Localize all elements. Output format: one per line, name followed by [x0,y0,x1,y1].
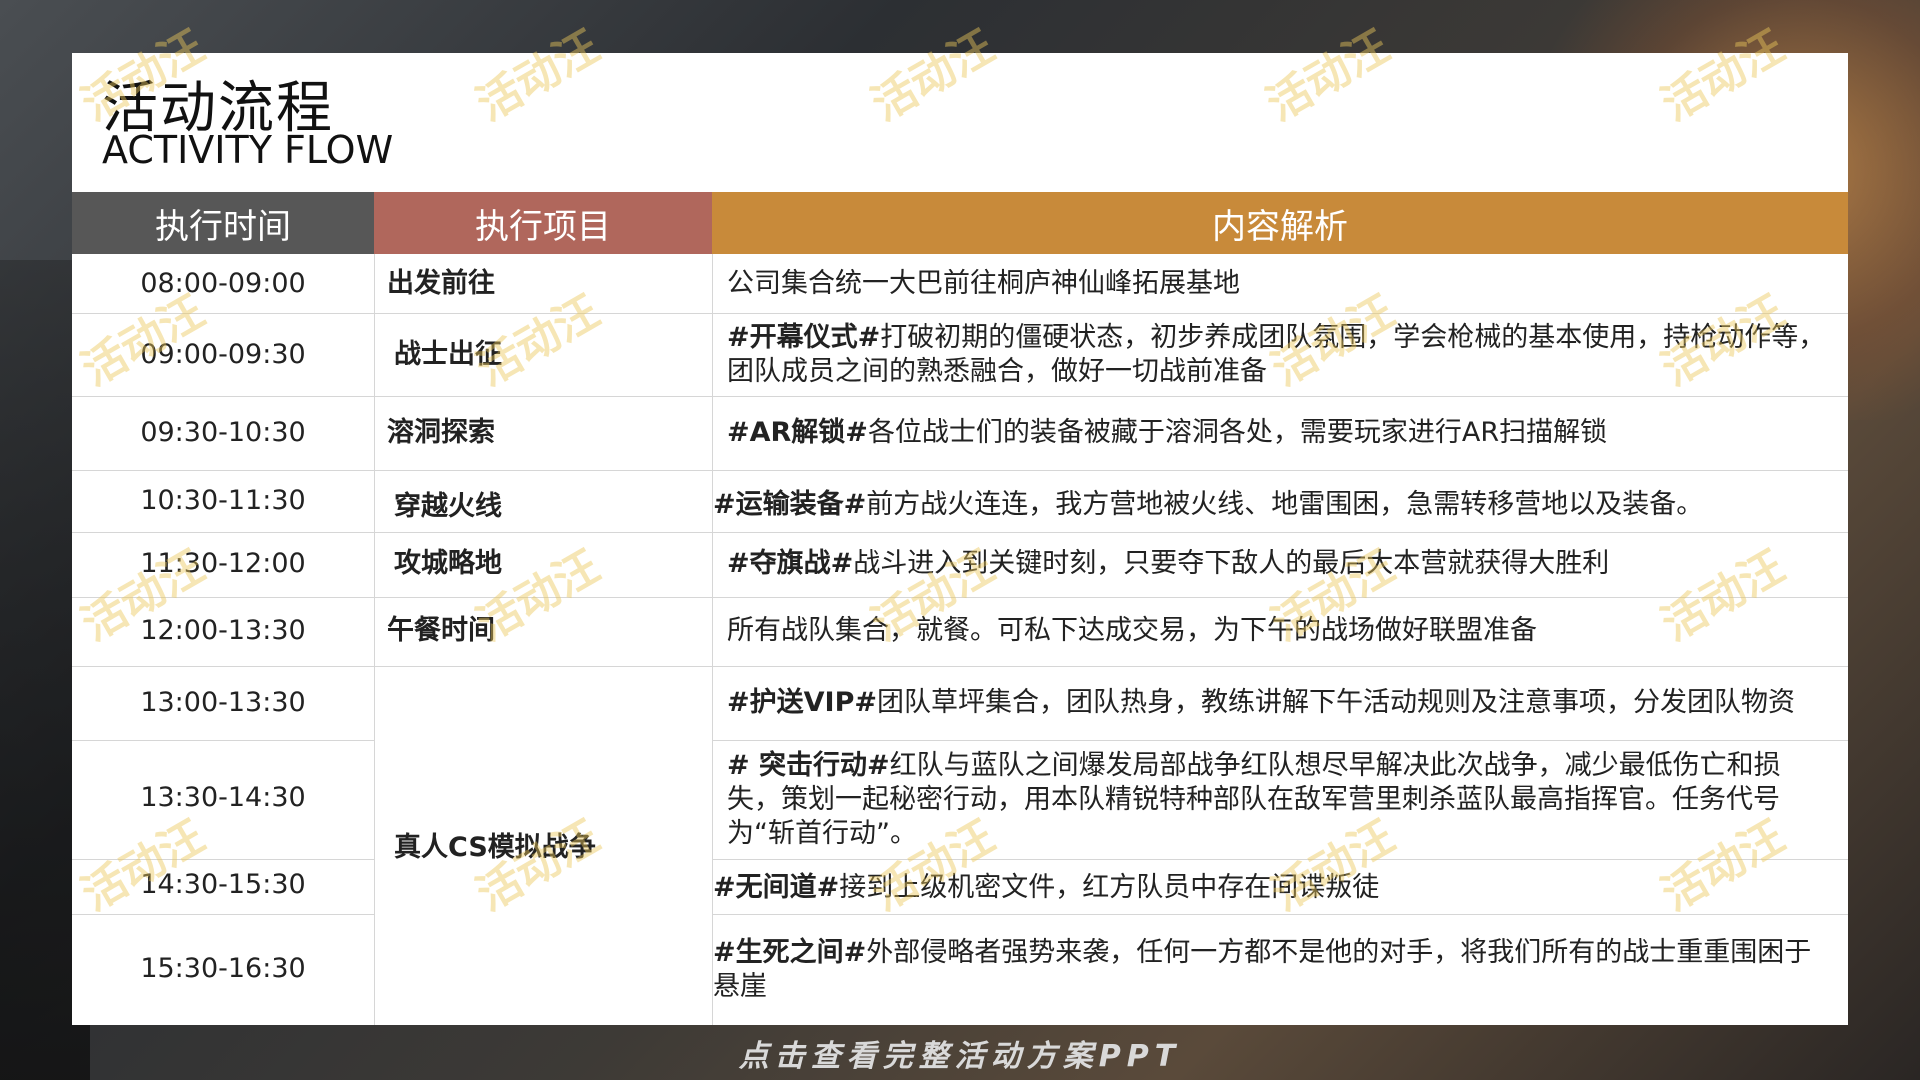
row-divider [72,914,374,915]
table-row-item: 战士出征 [394,339,502,370]
view-full-plan-link[interactable]: 点击查看完整活动方案PPT [0,1025,1920,1080]
table-row-item: 溶洞探索 [387,417,495,448]
column-divider [712,254,713,1025]
row-divider [72,666,1848,667]
table-row-desc: 所有战队集合，就餐。可私下达成交易，为下午的战场做好联盟准备 [727,615,1537,646]
table-row-time: 13:30-14:30 [140,782,306,813]
table-row-item: 午餐时间 [387,615,495,646]
table-row-time: 13:00-13:30 [140,687,306,718]
table-row-time: 09:30-10:30 [140,417,306,448]
table-row-time: 08:00-09:00 [140,268,306,299]
table-row-time: 09:00-09:30 [140,339,306,370]
header-time: 执行时间 [72,192,374,254]
row-divider [712,740,1848,741]
table-row-desc: #运输装备#前方战火连连，我方营地被火线、地雷围困，急需转移营地以及装备。 [713,489,1704,520]
header-item: 执行项目 [374,192,712,254]
row-divider [72,313,1848,314]
table-row-item: 出发前往 [387,268,495,299]
row-divider [72,470,1848,471]
table-row-time: 14:30-15:30 [140,869,306,900]
table-row-desc: #夺旗战#战斗进入到关键时刻，只要夺下敌人的最后大本营就获得大胜利 [727,548,1610,579]
table-row-desc: #护送VIP#团队草坪集合，团队热身，教练讲解下午活动规则及注意事项，分发团队物… [727,687,1795,718]
table-row-time: 10:30-11:30 [140,485,306,516]
row-divider [72,859,374,860]
table-row-desc: 公司集合统一大巴前往桐庐神仙峰拓展基地 [727,268,1240,299]
table-row-time: 12:00-13:30 [140,615,306,646]
activity-flow-panel: 活动流程 ACTIVITY FLOW 执行时间 执行项目 内容解析 08:00-… [72,53,1848,1025]
row-divider [72,597,1848,598]
table-row-desc: #开幕仪式#打破初期的僵硬状态，初步养成团队氛围，学会枪械的基本使用，持枪动作等… [727,322,1826,387]
row-divider [72,532,1848,533]
table-row-desc: #无间道#接到上级机密文件，红方队员中存在间谍叛徒 [713,872,1380,903]
row-divider [712,914,1848,915]
table-row-item: 攻城略地 [394,548,502,579]
page-subtitle: ACTIVITY FLOW [102,128,394,172]
table-row-item: 穿越火线 [394,491,502,522]
column-divider [374,254,375,1025]
table-row-desc: # 突击行动#红队与蓝队之间爆发局部战争红队想尽早解决此次战争，减少最低伤亡和损… [727,750,1781,849]
table-row-time: 15:30-16:30 [140,953,306,984]
table-row-desc: #AR解锁#各位战士们的装备被藏于溶洞各处，需要玩家进行AR扫描解锁 [727,417,1608,448]
row-divider [72,740,374,741]
row-divider [72,396,1848,397]
row-divider [712,859,1848,860]
merged-item-label: 真人CS模拟战争 [394,832,596,863]
table-row-time: 11:30-12:00 [140,548,306,579]
header-desc: 内容解析 [712,192,1848,254]
table-row-desc: #生死之间#外部侵略者强势来袭，任何一方都不是他的对手，将我们所有的战士重重围困… [713,937,1812,1002]
